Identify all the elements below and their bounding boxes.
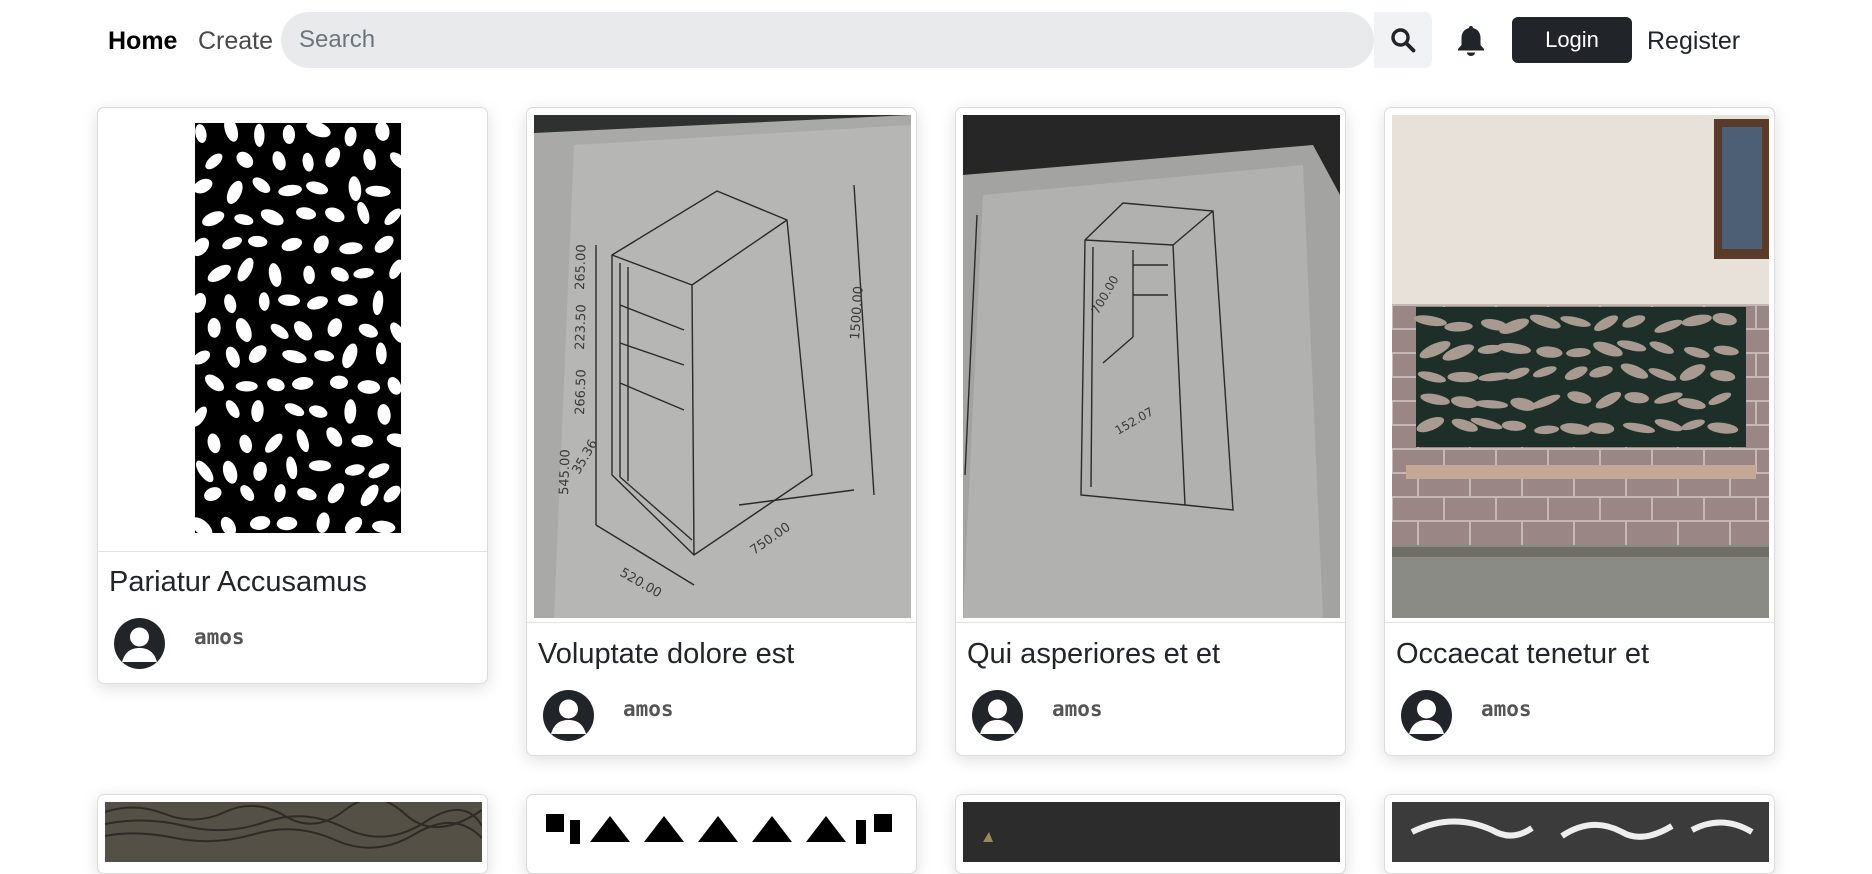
register-link[interactable]: Register [1647, 24, 1740, 58]
card-image[interactable] [105, 802, 482, 862]
card-title[interactable]: Occaecat tenetur et [1396, 636, 1649, 672]
dimension-label: 223.50 [573, 304, 590, 350]
user-avatar-icon[interactable] [543, 690, 594, 741]
dimension-label: 266.50 [573, 369, 590, 415]
card-image[interactable]: 700.00 152.07 [963, 115, 1340, 618]
design-card[interactable]: 700.00 152.07 Qui asperiores et et amos [955, 107, 1346, 756]
card-divider [527, 622, 916, 623]
nav-home-link[interactable]: Home [108, 24, 177, 58]
card-image[interactable] [1392, 115, 1769, 618]
card-image[interactable] [534, 802, 911, 862]
card-image[interactable] [105, 115, 482, 551]
bell-icon [1458, 26, 1484, 56]
nav-create-link[interactable]: Create [198, 24, 273, 58]
user-avatar-icon[interactable] [972, 690, 1023, 741]
design-card[interactable]: Occaecat tenetur et amos [1384, 107, 1775, 756]
dimension-label: 545.00 [557, 449, 574, 495]
user-avatar-icon[interactable] [1401, 690, 1452, 741]
design-card[interactable]: Pariatur Accusamus amos [97, 107, 488, 684]
design-card[interactable]: 265.00 223.50 266.50 545.00 35.36 520.00… [526, 107, 917, 756]
leaf-cutout [308, 460, 332, 472]
metal-texture-photo [105, 802, 482, 862]
login-button[interactable]: Login [1512, 17, 1632, 63]
card-author[interactable]: amos [1481, 697, 1532, 721]
search-input[interactable] [281, 12, 1374, 68]
navbar: Home Create Login Register [0, 0, 1872, 84]
design-card[interactable] [97, 794, 488, 874]
card-title[interactable]: Voluptate dolore est [538, 636, 794, 672]
card-divider [1385, 622, 1774, 623]
dark-product-photo [963, 802, 1340, 862]
geometric-pattern-image [546, 814, 892, 844]
card-image[interactable] [963, 802, 1340, 862]
notifications-button[interactable] [1453, 22, 1489, 58]
search-button[interactable] [1374, 12, 1432, 68]
design-card[interactable] [526, 794, 917, 874]
cabinet-sketch-photo: 700.00 152.07 [963, 115, 1340, 618]
card-image[interactable]: 265.00 223.50 266.50 545.00 35.36 520.00… [534, 115, 911, 618]
leaf-cutout [235, 381, 258, 392]
card-title[interactable]: Qui asperiores et et [967, 636, 1220, 672]
decorative-fence-photo [1392, 115, 1769, 618]
dimension-label: 265.00 [573, 244, 590, 290]
design-card[interactable] [1384, 794, 1775, 874]
ornamental-panel-photo [1392, 802, 1769, 862]
card-divider [98, 551, 487, 552]
user-avatar-icon[interactable] [114, 618, 165, 669]
card-author[interactable]: amos [623, 697, 674, 721]
card-author[interactable]: amos [194, 625, 245, 649]
search-icon [1391, 28, 1416, 53]
card-title[interactable]: Pariatur Accusamus [109, 564, 367, 600]
cabinet-sketch-photo: 265.00 223.50 266.50 545.00 35.36 520.00… [534, 115, 911, 618]
design-card[interactable] [955, 794, 1346, 874]
card-image[interactable] [1392, 802, 1769, 862]
laser-cut-leaf-pattern-image [195, 123, 401, 533]
card-divider [956, 622, 1345, 623]
card-author[interactable]: amos [1052, 697, 1103, 721]
